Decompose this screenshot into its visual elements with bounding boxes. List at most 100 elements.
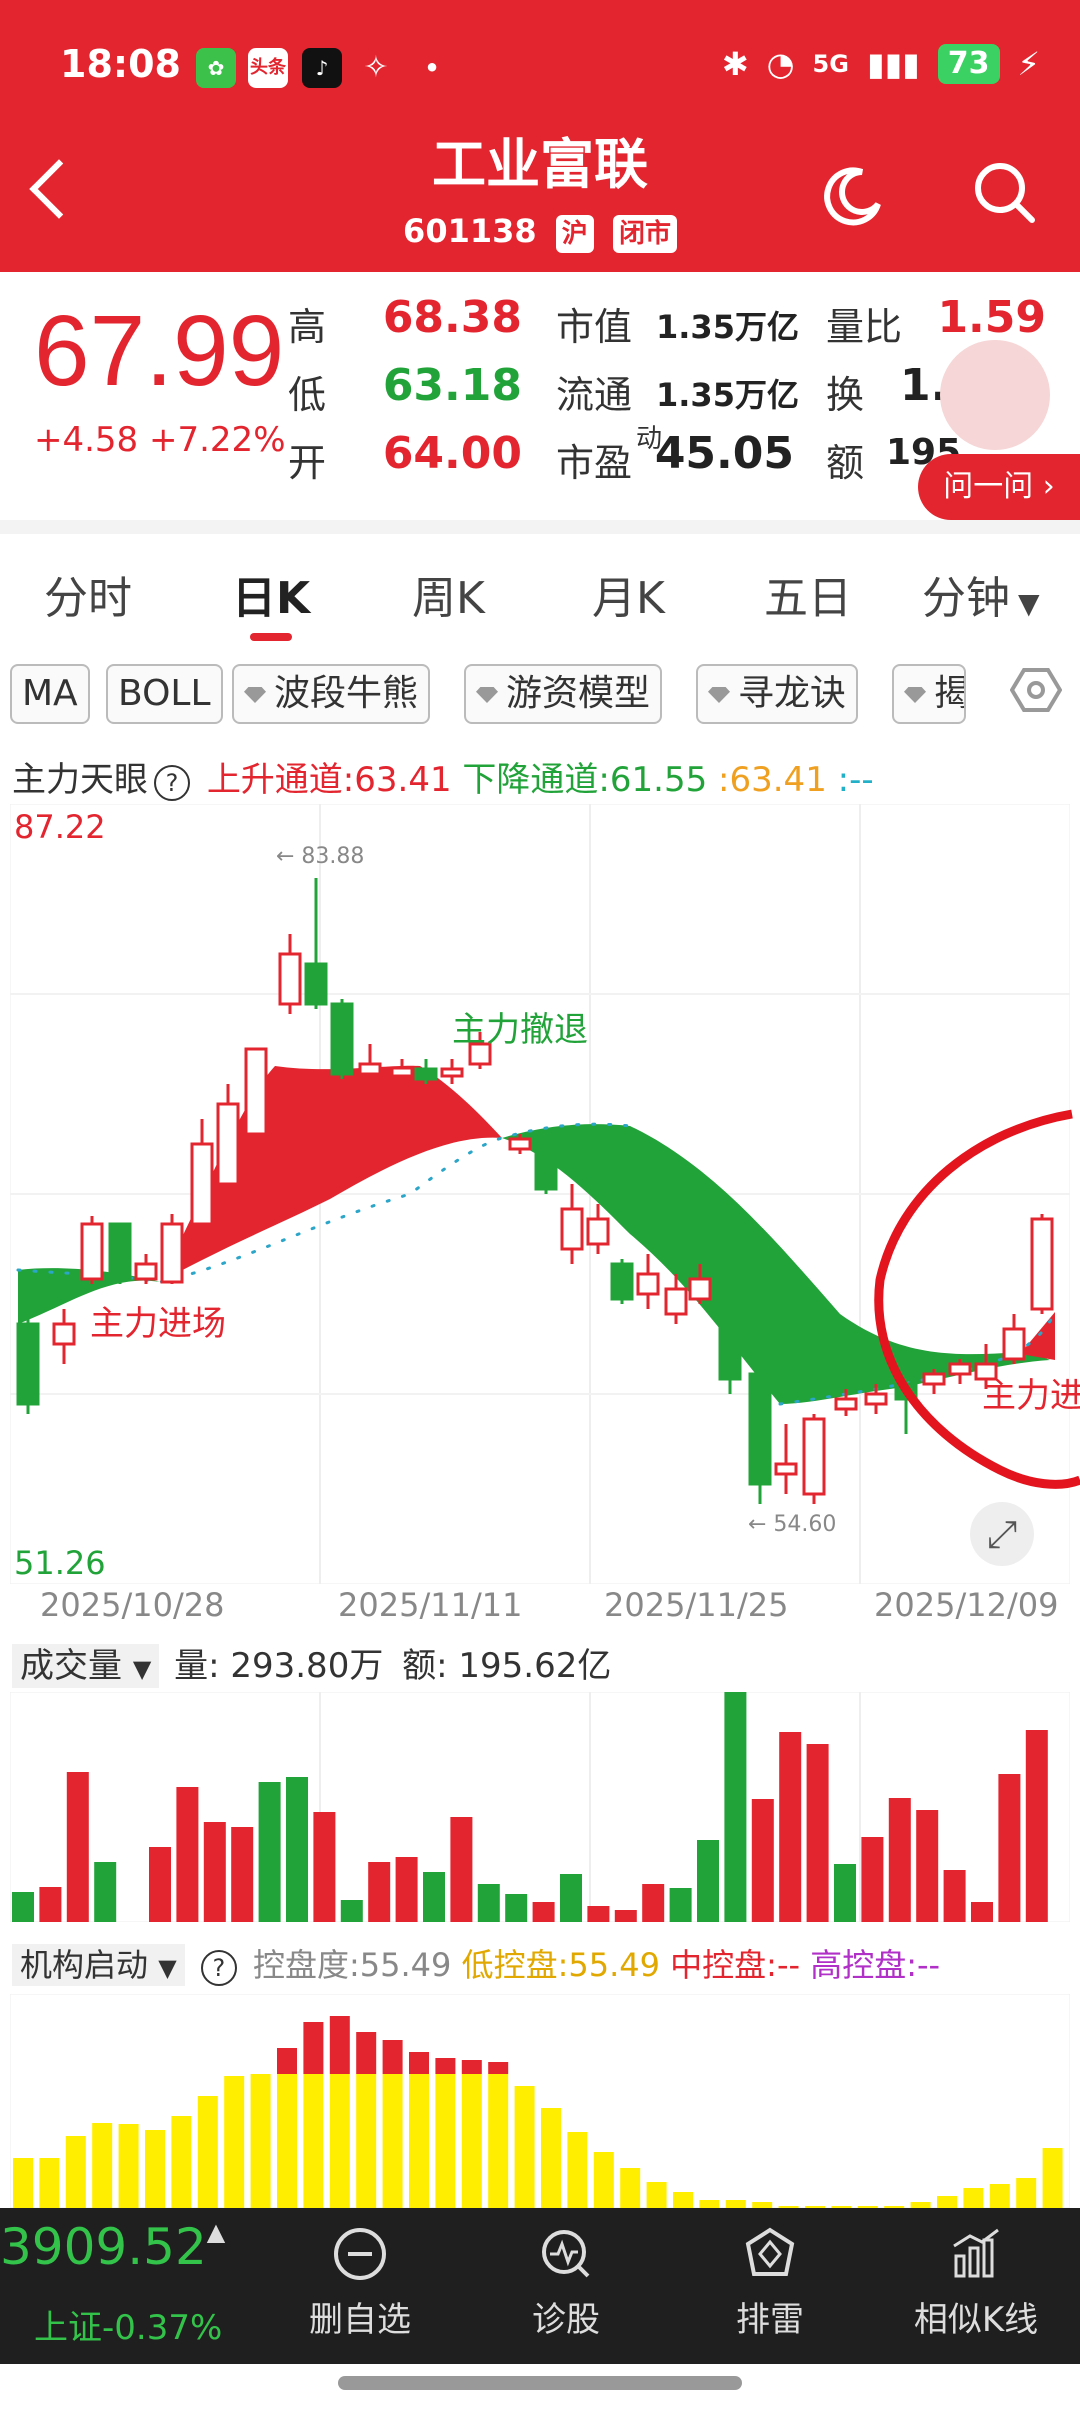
tab-daily-k[interactable]: 日K — [232, 562, 310, 626]
diagnose-button[interactable]: 诊股 — [476, 2226, 656, 2341]
chip-label: 寻龙诀 — [738, 673, 847, 714]
inst-bar-yellow — [514, 2086, 535, 2208]
open-value: 64.00 — [382, 428, 522, 479]
chevron-down-icon: ▼ — [158, 1954, 177, 1982]
ask-button[interactable]: 问一问 › — [918, 454, 1080, 520]
volume-bar — [39, 1887, 62, 1922]
inst-name: 机构启动 — [20, 1946, 149, 1984]
volume-bar — [368, 1862, 391, 1922]
volume-bar — [916, 1810, 939, 1922]
candle-body — [304, 962, 328, 1006]
volume-bar — [697, 1840, 719, 1922]
high-label: 高 — [288, 305, 327, 349]
similar-kline-button[interactable]: 相似K线 — [886, 2226, 1066, 2341]
tab-monthly-k[interactable]: 月K — [592, 562, 665, 626]
date-label-1: 2025/10/28 — [40, 1586, 225, 1624]
diamond-icon — [904, 687, 926, 703]
current-price: 67.99 — [34, 295, 285, 407]
index-value-text: 3909.52 — [0, 2218, 207, 2276]
tab-intraday[interactable]: 分时 — [44, 562, 132, 626]
inst-selector[interactable]: 机构启动 ▼ — [12, 1944, 185, 1986]
candle-body — [508, 1137, 532, 1151]
index-value[interactable]: 3909.52▲ — [0, 2218, 225, 2276]
home-indicator[interactable] — [338, 2376, 742, 2390]
status-time: 18:08 — [60, 42, 181, 86]
help-icon[interactable]: ? — [154, 765, 190, 801]
risk-scan-button[interactable]: 排雷 — [680, 2226, 860, 2341]
inst-bar-red — [461, 2060, 482, 2074]
volume-bar — [861, 1837, 884, 1922]
inst-bar-yellow — [13, 2158, 33, 2208]
inst-bar-yellow — [1042, 2148, 1063, 2208]
chip-dragon[interactable]: 寻龙诀 — [696, 664, 859, 724]
candle-body — [586, 1217, 610, 1246]
volume-info-row: 成交量 ▼ 量: 293.80万 额: 195.62亿 — [12, 1638, 611, 1688]
remove-watchlist-button[interactable]: 删自选 — [270, 2226, 450, 2341]
header: 18:08 ✿ 头条 ♪ ✧ • ✱ ◔ 5G ▮▮▮ 73 ⚡ 工业富联 60… — [0, 0, 1080, 272]
night-mode-icon[interactable] — [818, 160, 888, 230]
diagnose-icon — [542, 2230, 590, 2278]
annotation-exit: 主力撤退 — [452, 1010, 588, 1050]
inst-bar-yellow — [620, 2168, 641, 2208]
settings-icon[interactable] — [1010, 664, 1062, 716]
bar-chart-icon — [953, 2228, 999, 2278]
volume-bar — [998, 1774, 1021, 1922]
volume-bar — [614, 1910, 637, 1922]
battery-indicator: 73 — [937, 44, 1000, 84]
candle-body — [80, 1222, 104, 1281]
inst-bar-yellow — [1016, 2178, 1037, 2208]
inst-bar-yellow — [989, 2184, 1010, 2208]
expand-icon[interactable]: ⤢ — [970, 1502, 1034, 1566]
tab-five-day[interactable]: 五日 — [764, 562, 852, 626]
inst-bar-yellow — [567, 2132, 588, 2208]
inst-bar-red — [409, 2052, 429, 2074]
tab-minute[interactable]: 分钟 ▼ — [922, 562, 1040, 626]
chip-hot-money[interactable]: 游资模型 — [464, 664, 663, 724]
charging-icon: ⚡ — [1017, 45, 1040, 83]
low-value: 63.18 — [382, 360, 522, 411]
volume-bar — [1025, 1730, 1048, 1922]
chip-ma[interactable]: MA — [10, 664, 90, 724]
mascot-icon[interactable] — [940, 340, 1050, 450]
inst-bar-yellow — [382, 2074, 403, 2208]
dot-icon: • — [424, 54, 440, 82]
nav-label: 诊股 — [532, 2300, 600, 2340]
exchange-tag: 沪 — [555, 215, 594, 253]
up-arrow-icon: ▲ — [206, 2218, 226, 2246]
stock-code-row: 601138 沪 闭市 — [0, 212, 1080, 253]
chip-boll[interactable]: BOLL — [106, 664, 223, 724]
inst-bar-yellow — [673, 2192, 693, 2208]
candle-body — [390, 1066, 414, 1078]
inst-bar-yellow — [224, 2076, 245, 2208]
turnover-label: 换 — [826, 373, 865, 417]
help-icon[interactable]: ? — [200, 1950, 237, 1986]
toutiao-icon: 头条 — [248, 48, 288, 88]
shield-icon — [745, 2227, 795, 2276]
inst-bar-yellow — [329, 2074, 350, 2208]
candle-body — [440, 1067, 464, 1078]
tab-minute-label: 分钟 — [922, 573, 1010, 624]
volume-bar — [834, 1864, 856, 1922]
volume-bar — [340, 1900, 363, 1922]
volume-selector[interactable]: 成交量 ▼ — [12, 1644, 160, 1688]
inst-bar-yellow — [250, 2074, 271, 2208]
nav-label: 相似K线 — [913, 2300, 1039, 2340]
inst-bar-red — [488, 2062, 509, 2074]
signal-icon: ▮▮▮ — [866, 45, 920, 83]
date-label-2: 2025/11/11 — [338, 1586, 523, 1624]
market-status-tag: 闭市 — [612, 215, 677, 253]
inst-bar-red — [329, 2016, 350, 2074]
tab-weekly-k[interactable]: 周K — [412, 562, 485, 626]
candle-body — [718, 1322, 742, 1381]
volume-bar — [313, 1812, 336, 1922]
candle-body — [358, 1062, 382, 1076]
chip-more[interactable]: 揭 — [892, 664, 966, 724]
candle-body — [160, 1222, 184, 1284]
volume-bar — [751, 1799, 774, 1922]
pe-label: 市盈 — [556, 441, 633, 485]
divider — [0, 520, 1080, 534]
candle-body — [52, 1322, 76, 1346]
date-label-3: 2025/11/25 — [604, 1586, 789, 1624]
search-icon[interactable] — [970, 158, 1040, 228]
chip-bull-bear[interactable]: 波段牛熊 — [232, 664, 431, 724]
